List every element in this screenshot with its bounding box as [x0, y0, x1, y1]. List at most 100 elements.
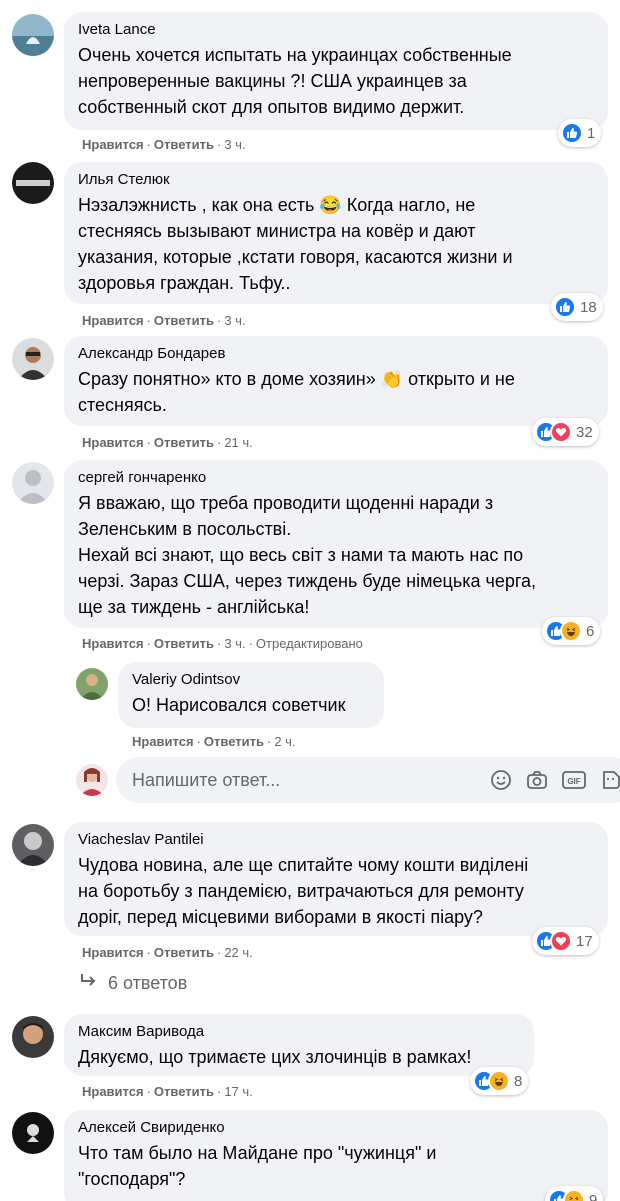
comment-text: Я вважаю, що треба проводити щоденні нар…: [78, 493, 537, 617]
avatar[interactable]: [12, 462, 54, 504]
reply-link[interactable]: Ответить: [154, 636, 214, 651]
avatar[interactable]: [76, 668, 108, 700]
view-replies-link[interactable]: 6 ответов: [80, 973, 187, 994]
reaction-summary[interactable]: 8: [470, 1067, 529, 1095]
emoji-icon[interactable]: [490, 769, 512, 791]
avatar[interactable]: [12, 338, 54, 380]
comment-text: Что там было на Майдане про "чужинця" и …: [78, 1143, 437, 1189]
dot-separator: ·: [146, 137, 151, 152]
reaction-summary[interactable]: 32: [532, 418, 599, 446]
comment-author[interactable]: Алексей Свириденко: [78, 1118, 594, 1137]
reaction-count: 9: [589, 1191, 598, 1201]
comment-bubble: сергей гончаренко Я вважаю, що треба про…: [64, 460, 608, 628]
comment-text: Нэзалэжнисть , как она есть 😂 Когда нагл…: [78, 195, 513, 293]
like-link[interactable]: Нравится: [82, 435, 144, 450]
comment-author[interactable]: Iveta Lance: [78, 20, 594, 39]
reply-author[interactable]: Valeriy Odintsov: [132, 670, 370, 689]
avatar[interactable]: [12, 162, 54, 204]
love-icon: [550, 421, 572, 443]
dot-separator: ·: [216, 435, 222, 450]
reaction-count: 6: [586, 622, 595, 640]
reaction-count: 8: [514, 1072, 523, 1090]
comment-bubble: Илья Стелюк Нэзалэжнисть , как она есть …: [64, 162, 608, 304]
reply-link[interactable]: Ответить: [154, 137, 214, 152]
reaction-count: 1: [587, 124, 596, 142]
dot-separator: ·: [146, 945, 151, 960]
reply-composer: GIF: [116, 757, 620, 803]
timestamp[interactable]: 3 ч.: [224, 137, 245, 152]
reply-link[interactable]: Ответить: [154, 435, 214, 450]
reply-link[interactable]: Ответить: [204, 734, 264, 749]
timestamp[interactable]: 17 ч.: [224, 1084, 252, 1099]
reaction-summary[interactable]: 9: [545, 1186, 604, 1201]
like-link[interactable]: Нравится: [82, 313, 144, 328]
dot-separator: ·: [216, 313, 222, 328]
comment-actions: Нравится · Ответить · 3 ч. · Отредактировано: [82, 636, 363, 651]
like-link[interactable]: Нравится: [132, 734, 194, 749]
reply-bubble: Valeriy Odintsov О! Нарисовался советчик: [118, 662, 384, 728]
reaction-summary[interactable]: 17: [532, 927, 599, 955]
gif-icon[interactable]: GIF: [562, 769, 586, 791]
haha-icon: [560, 620, 582, 642]
comment-bubble: Viacheslav Pantilei Чудова новина, але щ…: [64, 822, 608, 936]
comment-actions: Нравится · Ответить · 3 ч.: [82, 313, 246, 328]
svg-text:GIF: GIF: [567, 777, 580, 786]
reaction-summary[interactable]: 1: [558, 119, 602, 147]
comment-actions: Нравится · Ответить · 3 ч.: [82, 137, 246, 152]
reaction-count: 18: [580, 298, 597, 316]
reaction-summary[interactable]: 18: [551, 293, 603, 321]
dot-separator: ·: [146, 1084, 151, 1099]
dot-separator: ·: [216, 1084, 222, 1099]
avatar[interactable]: [12, 824, 54, 866]
timestamp[interactable]: 3 ч.: [224, 636, 245, 651]
comment-bubble: Максим Варивода Дякуємо, що тримаєте цих…: [64, 1014, 534, 1076]
comment-text: Очень хочется испытать на украинцах собс…: [78, 45, 512, 117]
comment-actions: Нравится · Ответить · 21 ч.: [82, 435, 253, 450]
like-link[interactable]: Нравится: [82, 945, 144, 960]
edited-label[interactable]: Отредактировано: [256, 636, 363, 651]
comment-bubble: Iveta Lance Очень хочется испытать на ук…: [64, 12, 608, 130]
comment-author[interactable]: сергей гончаренко: [78, 468, 594, 487]
dot-separator: ·: [146, 435, 151, 450]
like-link[interactable]: Нравится: [82, 636, 144, 651]
comment-text: Дякуємо, що тримаєте цих злочинців в рам…: [78, 1047, 472, 1067]
reaction-summary[interactable]: 6: [542, 617, 601, 645]
dot-separator: ·: [216, 636, 222, 651]
timestamp[interactable]: 2 ч.: [274, 734, 295, 749]
dot-separator: ·: [266, 734, 272, 749]
camera-icon[interactable]: [526, 769, 548, 791]
like-link[interactable]: Нравится: [82, 137, 144, 152]
dot-separator: ·: [248, 636, 253, 651]
reply-link[interactable]: Ответить: [154, 945, 214, 960]
comment-author[interactable]: Максим Варивода: [78, 1022, 520, 1041]
reaction-count: 32: [576, 423, 593, 441]
avatar[interactable]: [12, 14, 54, 56]
dot-separator: ·: [196, 734, 201, 749]
sticker-icon[interactable]: [600, 769, 620, 791]
timestamp[interactable]: 3 ч.: [224, 313, 245, 328]
like-icon: [554, 296, 576, 318]
reaction-count: 17: [576, 932, 593, 950]
comment-author[interactable]: Илья Стелюк: [78, 170, 594, 189]
timestamp[interactable]: 21 ч.: [224, 435, 252, 450]
reply-input[interactable]: [132, 767, 462, 793]
avatar[interactable]: [12, 1112, 54, 1154]
current-user-avatar: [76, 764, 108, 796]
haha-icon: [563, 1189, 585, 1201]
dot-separator: ·: [216, 945, 222, 960]
reply-link[interactable]: Ответить: [154, 1084, 214, 1099]
comment-text: Сразу понятно» кто в доме хозяин» 👏 откр…: [78, 369, 515, 415]
reply-link[interactable]: Ответить: [154, 313, 214, 328]
like-link[interactable]: Нравится: [82, 1084, 144, 1099]
comment-actions: Нравится · Ответить · 17 ч.: [82, 1084, 253, 1099]
reply-arrow-icon: [80, 973, 98, 994]
timestamp[interactable]: 22 ч.: [224, 945, 252, 960]
reply-actions: Нравится · Ответить · 2 ч.: [132, 734, 296, 749]
comment-text: Чудова новина, але ще спитайте чому кошт…: [78, 855, 529, 927]
comment-actions: Нравится · Ответить · 22 ч.: [82, 945, 253, 960]
comment-author[interactable]: Александр Бондарев: [78, 344, 594, 363]
comment-author[interactable]: Viacheslav Pantilei: [78, 830, 594, 849]
haha-icon: [488, 1070, 510, 1092]
avatar[interactable]: [12, 1016, 54, 1058]
comment-bubble: Александр Бондарев Сразу понятно» кто в …: [64, 336, 608, 426]
